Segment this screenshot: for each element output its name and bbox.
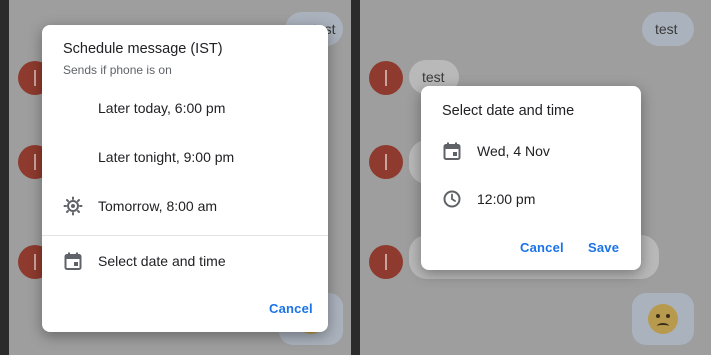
- moon-icon: [64, 99, 82, 117]
- right-screen: test test Select date and time Wed, 4 No…: [360, 0, 711, 355]
- cancel-button[interactable]: Cancel: [520, 240, 564, 255]
- left-screen: test Schedule message (IST) Sends if pho…: [9, 0, 351, 355]
- option-later-today[interactable]: Later today, 6:00 pm: [42, 88, 328, 128]
- avatar: [369, 61, 403, 95]
- avatar: [369, 245, 403, 279]
- time-value: 12:00 pm: [477, 191, 536, 207]
- cancel-button[interactable]: Cancel: [269, 301, 313, 316]
- option-label: Tomorrow, 8:00 am: [98, 198, 218, 214]
- select-date-time-dialog: Select date and time Wed, 4 Nov 12:00 pm…: [421, 86, 641, 270]
- avatar: [369, 145, 403, 179]
- dialog-subtitle: Sends if phone is on: [63, 63, 172, 77]
- bubble-text: test: [655, 21, 678, 37]
- worried-face-emoji: [648, 304, 678, 334]
- save-button[interactable]: Save: [588, 240, 619, 255]
- clock-icon: [443, 190, 461, 208]
- outgoing-bubble[interactable]: test: [642, 12, 694, 46]
- time-picker-row[interactable]: 12:00 pm: [421, 179, 641, 219]
- option-select-date-time[interactable]: Select date and time: [42, 241, 328, 281]
- schedule-message-dialog: Schedule message (IST) Sends if phone is…: [42, 25, 328, 332]
- option-tomorrow[interactable]: Tomorrow, 8:00 am: [42, 186, 328, 226]
- date-picker-row[interactable]: Wed, 4 Nov: [421, 131, 641, 171]
- moon-icon: [64, 148, 82, 166]
- divider: [42, 235, 328, 236]
- dialog-title: Select date and time: [442, 103, 575, 119]
- sun-icon: [63, 196, 83, 216]
- dialog-title: Schedule message (IST): [63, 41, 223, 57]
- calendar-icon: [64, 252, 82, 270]
- calendar-icon: [443, 142, 461, 160]
- bubble-text: test: [422, 69, 445, 85]
- option-later-tonight[interactable]: Later tonight, 9:00 pm: [42, 137, 328, 177]
- emoji-bubble[interactable]: [632, 293, 694, 345]
- option-label: Select date and time: [98, 253, 226, 269]
- date-value: Wed, 4 Nov: [477, 143, 550, 159]
- option-label: Later tonight, 9:00 pm: [98, 149, 235, 165]
- option-label: Later today, 6:00 pm: [98, 100, 226, 116]
